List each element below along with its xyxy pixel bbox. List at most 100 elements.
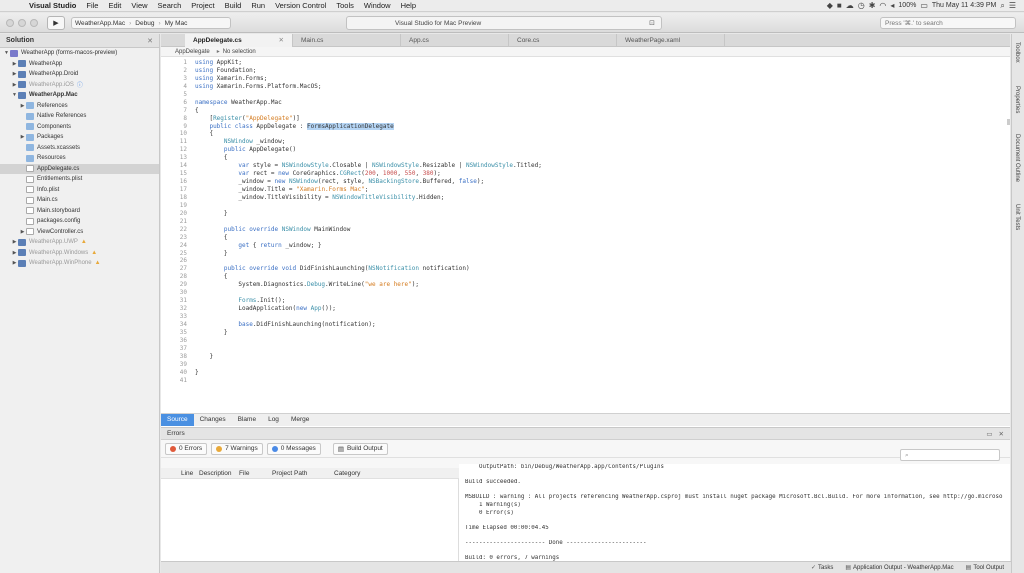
build-output-log[interactable]: OutputPath: bin/Debug/WeatherApp.app/Con… — [459, 464, 1010, 562]
errors-filter-button[interactable]: 0 Errors — [165, 442, 208, 455]
solution-tree-item[interactable]: Components — [0, 122, 159, 133]
zoom-window-button[interactable] — [30, 19, 38, 27]
time-machine-icon[interactable]: ◷ — [858, 1, 865, 10]
tool-output-button[interactable]: ▤ Tool Output — [963, 564, 1007, 572]
menu-edit[interactable]: Edit — [103, 1, 126, 10]
project-selector[interactable]: WeatherApp.Mac — [72, 20, 128, 27]
tab-main-cs[interactable]: Main.cs — [293, 34, 401, 47]
menu-file[interactable]: File — [81, 1, 103, 10]
column-header[interactable]: Path — [290, 470, 330, 477]
menu-project[interactable]: Project — [186, 1, 219, 10]
chevron-down-icon[interactable]: ▼ — [11, 92, 18, 98]
column-header[interactable]: Category — [330, 470, 360, 477]
source-tab-source[interactable]: Source — [161, 414, 194, 426]
camera-icon[interactable]: ■ — [837, 1, 842, 10]
source-tab-changes[interactable]: Changes — [194, 414, 232, 426]
wifi-icon[interactable]: ◠ — [879, 1, 886, 10]
battery-level[interactable]: 100% — [898, 2, 916, 9]
code-area[interactable]: 1 using AppKit; 2 using Foundation; 3 using X… — [161, 59, 1010, 414]
solution-tree-item[interactable]: packages.config — [0, 216, 159, 227]
chevron-right-icon[interactable]: ▶ — [11, 239, 18, 245]
column-header[interactable]: File — [235, 470, 268, 477]
chevron-right-icon[interactable]: ▶ — [11, 250, 18, 256]
tasks-pad-button[interactable]: ✓ Tasks — [808, 564, 836, 572]
column-header[interactable]: ! — [161, 470, 177, 477]
warnings-filter-button[interactable]: 7 Warnings — [211, 442, 263, 455]
tab-weatherpage-xaml[interactable]: WeatherPage.xaml — [617, 34, 725, 47]
minimize-icon[interactable]: ▭ — [986, 430, 992, 438]
tab-app-cs[interactable]: App.cs — [401, 34, 509, 47]
minimize-window-button[interactable] — [18, 19, 26, 27]
source-tab-log[interactable]: Log — [262, 414, 285, 426]
solution-tree-item[interactable]: ▶ WeatherApp — [0, 59, 159, 70]
run-button[interactable]: ▶ — [47, 16, 65, 30]
global-search-input[interactable] — [885, 20, 1005, 27]
tab-appdelegate-cs[interactable]: AppDelegate.cs ✕ — [185, 34, 293, 47]
dock-tab-document-outline[interactable]: Document Outline — [1014, 134, 1020, 182]
chevron-right-icon[interactable]: ▶ — [11, 61, 18, 67]
solution-tree-item[interactable]: Main.storyboard — [0, 206, 159, 217]
column-header[interactable]: Project — [268, 470, 292, 477]
errors-search-input[interactable]: ⌕ — [900, 449, 1000, 461]
menu-window[interactable]: Window — [359, 1, 396, 10]
solution-tree-item[interactable]: ▶ References — [0, 101, 159, 112]
chevron-down-icon[interactable]: ▼ — [3, 50, 10, 56]
tab-core-cs[interactable]: Core.cs — [509, 34, 617, 47]
chevron-right-icon[interactable]: ▶ — [11, 82, 18, 88]
cloud-icon[interactable]: ☁ — [846, 1, 854, 10]
path-class[interactable]: AppDelegate — [175, 49, 214, 55]
solution-tree-item[interactable]: Assets.xcassets — [0, 143, 159, 154]
clock[interactable]: Thu May 11 4:39 PM — [932, 2, 996, 9]
status-info-icon[interactable]: ⊡ — [649, 19, 655, 27]
global-search[interactable] — [880, 17, 1016, 29]
solution-tree-item[interactable]: Main.cs — [0, 195, 159, 206]
dropbox-icon[interactable]: ◆ — [827, 1, 833, 10]
search-icon[interactable]: ⌕ — [1000, 1, 1004, 11]
menu-version-control[interactable]: Version Control — [270, 1, 331, 10]
solution-tree-item[interactable]: Entitlements.plist — [0, 174, 159, 185]
solution-tree-item[interactable]: ▶ Packages — [0, 132, 159, 143]
scrollbar-thumb[interactable] — [1007, 119, 1010, 125]
menu-tools[interactable]: Tools — [331, 1, 359, 10]
close-window-button[interactable] — [6, 19, 14, 27]
menu-search[interactable]: Search — [153, 1, 187, 10]
column-header[interactable]: Line — [177, 470, 195, 477]
errors-list[interactable] — [161, 479, 459, 562]
build-output-button[interactable]: ▤ Build Output — [332, 442, 388, 455]
solution-tree-item[interactable]: ▶ WeatherApp.Droid — [0, 69, 159, 80]
dock-tab-unit-tests[interactable]: Unit Tests — [1014, 204, 1020, 230]
application-output-button[interactable]: ▤ Application Output - WeatherApp.Mac — [842, 564, 956, 572]
menu-run[interactable]: Run — [246, 1, 270, 10]
solution-tree-item[interactable]: ▶ WeatherApp.WinPhone ▲ — [0, 258, 159, 269]
dock-tab-toolbox[interactable]: Toolbox — [1014, 42, 1020, 63]
editor-scrollbar[interactable] — [1006, 59, 1010, 414]
notification-center-icon[interactable]: ☰ — [1009, 1, 1016, 10]
menu-help[interactable]: Help — [396, 1, 421, 10]
chevron-right-icon[interactable]: ▶ — [11, 260, 18, 266]
source-tab-merge[interactable]: Merge — [285, 414, 315, 426]
run-configuration-selector[interactable]: WeatherApp.Mac › Debug › My Mac — [71, 17, 231, 29]
app-menu[interactable]: Visual Studio — [24, 1, 81, 10]
battery-icon[interactable]: ▭ — [920, 1, 928, 10]
source-tab-blame[interactable]: Blame — [232, 414, 262, 426]
solution-tree-item[interactable]: ▼ WeatherApp.Mac — [0, 90, 159, 101]
bluetooth-icon[interactable]: ✱ — [869, 1, 876, 10]
close-icon[interactable]: ✕ — [999, 430, 1004, 438]
solution-tree-item[interactable]: ▶ WeatherApp.Windows ▲ — [0, 248, 159, 259]
messages-filter-button[interactable]: 0 Messages — [266, 442, 321, 455]
chevron-right-icon[interactable]: ▶ — [11, 71, 18, 77]
menu-view[interactable]: View — [126, 1, 152, 10]
config-selector[interactable]: Debug — [132, 20, 157, 27]
solution-tree-item[interactable]: AppDelegate.cs — [0, 163, 159, 174]
path-member[interactable]: No selection — [223, 49, 260, 55]
close-icon[interactable]: ✕ — [147, 37, 153, 45]
solution-tree-item[interactable]: ▶ ViewController.cs — [0, 227, 159, 238]
solution-tree-item[interactable]: ▼ WeatherApp (forms-macos-preview) — [0, 48, 159, 59]
chevron-right-icon[interactable]: ▶ — [19, 134, 26, 140]
solution-tree-item[interactable]: Native References — [0, 111, 159, 122]
solution-tree-item[interactable]: ▶ WeatherApp.UWP ▲ — [0, 237, 159, 248]
solution-tree-item[interactable]: ▶ WeatherApp.iOS ⓘ — [0, 80, 159, 91]
dock-tab-properties[interactable]: Properties — [1014, 86, 1020, 113]
menu-build[interactable]: Build — [220, 1, 247, 10]
column-header[interactable]: Description — [195, 470, 235, 477]
